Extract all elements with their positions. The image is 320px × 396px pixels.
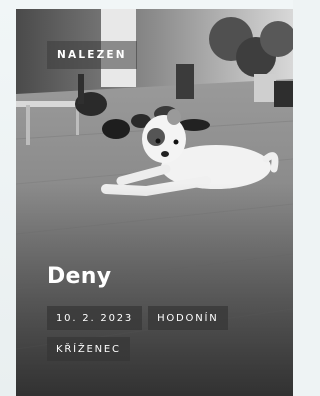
tag-list: 10. 2. 2023 HODONÍN KŘÍŽENEC bbox=[47, 306, 267, 361]
date-tag: 10. 2. 2023 bbox=[47, 306, 143, 330]
page: NALEZEN Deny 10. 2. 2023 HODONÍN KŘÍŽENE… bbox=[0, 0, 293, 396]
breed-tag: KŘÍŽENEC bbox=[47, 337, 130, 361]
status-badge: NALEZEN bbox=[47, 41, 137, 69]
pet-card[interactable]: NALEZEN Deny 10. 2. 2023 HODONÍN KŘÍŽENE… bbox=[16, 9, 293, 396]
location-tag: HODONÍN bbox=[148, 306, 228, 330]
pet-name: Deny bbox=[47, 264, 112, 289]
